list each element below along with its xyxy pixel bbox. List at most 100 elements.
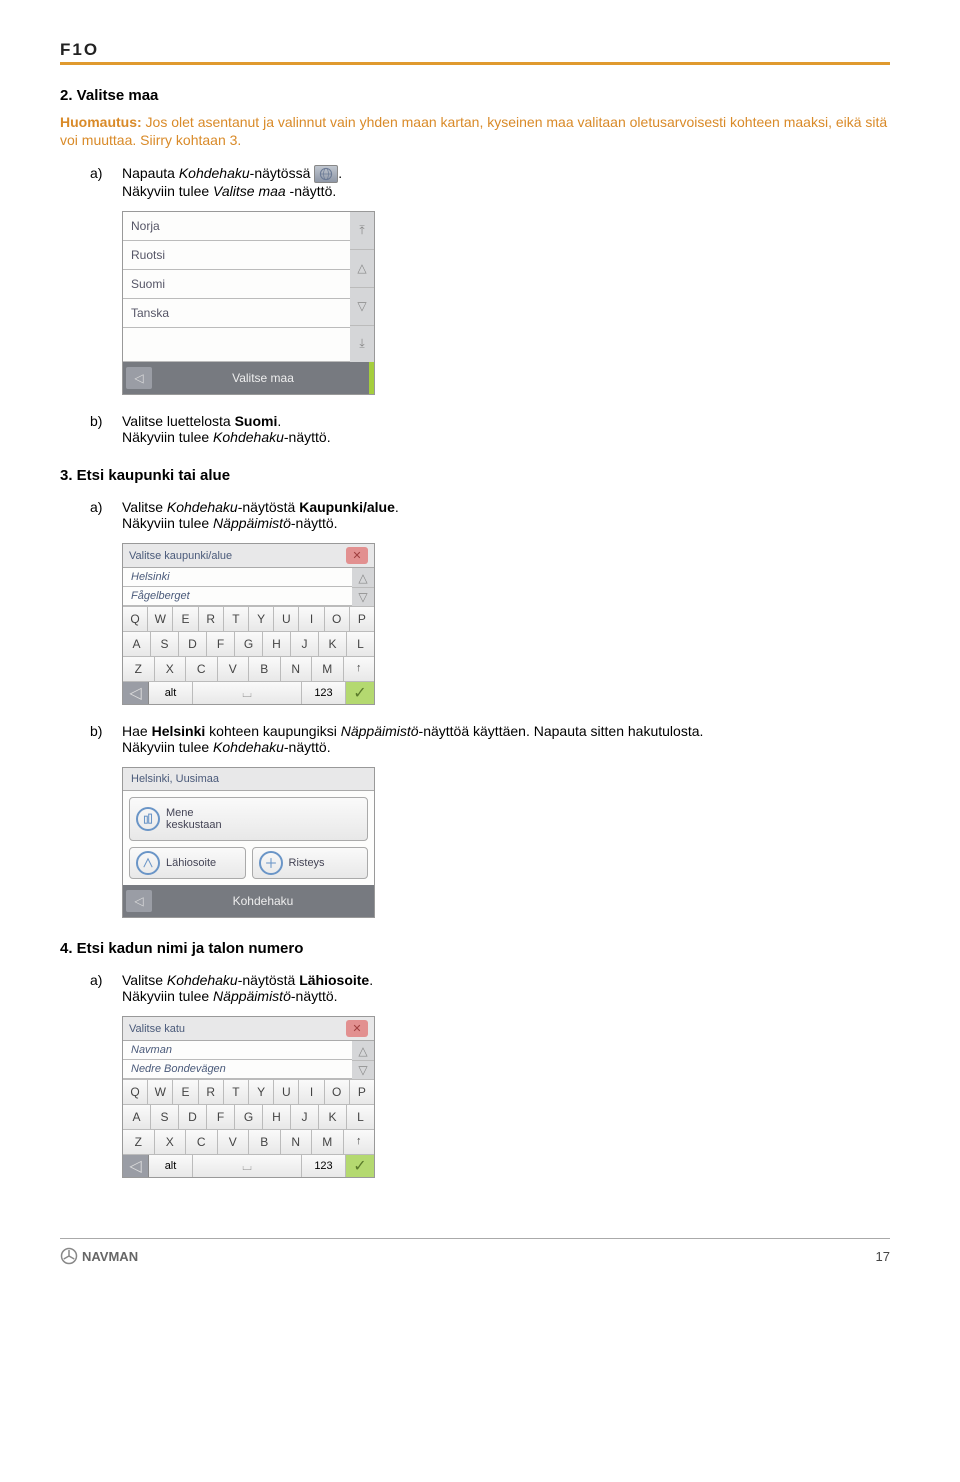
text-italic: Näppäimistö (213, 988, 291, 1004)
kb-confirm-icon[interactable]: ✓ (346, 682, 374, 704)
screenshot-keyboard-city: Valitse kaupunki/alue ✕ Helsinki Fågelbe… (122, 543, 375, 705)
kb-key[interactable]: Y (249, 607, 274, 631)
text: Hae (122, 723, 152, 739)
back-icon[interactable]: ◁ (123, 682, 149, 704)
list-item[interactable]: Ruotsi (123, 241, 350, 270)
kb-123-key[interactable]: 123 (302, 682, 346, 704)
close-icon[interactable]: ✕ (346, 1020, 368, 1037)
kb-key[interactable]: I (299, 1080, 324, 1104)
suggestion-item[interactable]: Fågelberget (123, 587, 352, 606)
kb-key[interactable]: L (347, 632, 374, 656)
kb-key[interactable]: C (186, 657, 218, 681)
suggestion-item[interactable]: Helsinki (123, 568, 352, 587)
kb-key[interactable]: B (249, 657, 281, 681)
kb-key[interactable]: G (235, 632, 263, 656)
kb-key[interactable]: O (325, 607, 350, 631)
scroll-column: ⤒ △ ▽ ⤓ (350, 212, 374, 362)
kb-key[interactable]: E (173, 1080, 198, 1104)
kb-key[interactable]: G (235, 1105, 263, 1129)
scroll-bottom-icon[interactable]: ⤓ (350, 326, 374, 363)
kb-shift-icon[interactable]: ↑ (344, 657, 375, 681)
kb-key[interactable]: R (199, 607, 224, 631)
screen-title: Helsinki, Uusimaa (123, 768, 374, 791)
kb-key[interactable]: A (123, 632, 151, 656)
kb-key[interactable]: W (148, 1080, 173, 1104)
text-italic: Kohdehaku (213, 429, 284, 445)
kb-key[interactable]: D (179, 1105, 207, 1129)
kb-key[interactable]: U (274, 1080, 299, 1104)
kb-key[interactable]: H (263, 1105, 291, 1129)
kb-key[interactable]: O (325, 1080, 350, 1104)
kb-alt-key[interactable]: alt (149, 682, 193, 704)
kb-key[interactable]: C (186, 1130, 218, 1154)
scroll-down-icon[interactable]: ▽ (350, 288, 374, 326)
list-item[interactable]: Suomi (123, 270, 350, 299)
kb-key[interactable]: E (173, 607, 198, 631)
kb-key[interactable]: Q (123, 1080, 148, 1104)
back-icon[interactable]: ◁ (126, 367, 152, 389)
kb-confirm-icon[interactable]: ✓ (346, 1155, 374, 1177)
kb-key[interactable]: J (291, 632, 319, 656)
nearby-address-button[interactable]: Lähiosoite (129, 847, 246, 879)
go-center-button[interactable]: Menekeskustaan (129, 797, 368, 841)
scroll-down-icon[interactable]: ▽ (352, 588, 374, 607)
kb-alt-key[interactable]: alt (149, 1155, 193, 1177)
kb-key[interactable]: F (207, 1105, 235, 1129)
text-bold: Kaupunki/alue (299, 499, 395, 515)
kb-key[interactable]: T (224, 1080, 249, 1104)
section-3-title: 3. Etsi kaupunki tai alue (60, 467, 890, 484)
kb-key[interactable]: J (291, 1105, 319, 1129)
kb-key[interactable]: A (123, 1105, 151, 1129)
kb-key[interactable]: Z (123, 1130, 155, 1154)
kb-shift-icon[interactable]: ↑ (344, 1130, 375, 1154)
kb-key[interactable]: L (347, 1105, 374, 1129)
kb-key[interactable]: K (319, 1105, 347, 1129)
kb-key[interactable]: U (274, 607, 299, 631)
kb-key[interactable]: Y (249, 1080, 274, 1104)
kb-key[interactable]: N (281, 1130, 313, 1154)
kb-key[interactable]: X (155, 657, 187, 681)
scroll-top-icon[interactable]: ⤒ (350, 212, 374, 250)
scroll-up-icon[interactable]: △ (352, 568, 374, 588)
kb-key[interactable]: T (224, 607, 249, 631)
kb-key[interactable]: Q (123, 607, 148, 631)
kb-123-key[interactable]: 123 (302, 1155, 346, 1177)
kb-space-key[interactable]: ⌴ (193, 682, 302, 704)
list-item[interactable]: Norja (123, 212, 350, 241)
scroll-up-icon[interactable]: △ (352, 1041, 374, 1061)
kb-key[interactable]: K (319, 632, 347, 656)
kb-key[interactable]: V (218, 657, 250, 681)
list-item[interactable]: Tanska (123, 299, 350, 328)
close-icon[interactable]: ✕ (346, 547, 368, 564)
suggestion-item[interactable]: Navman (123, 1041, 352, 1060)
keyboard: QWERTYUIOP ASDFGHJKL ZXCVBNM↑ ◁ alt ⌴ 12… (123, 1079, 374, 1177)
kb-key[interactable]: P (350, 607, 374, 631)
scroll-up-icon[interactable]: △ (350, 250, 374, 288)
text: Napauta (122, 165, 179, 181)
kb-key[interactable]: N (281, 657, 313, 681)
scroll-down-icon[interactable]: ▽ (352, 1061, 374, 1080)
kb-key[interactable]: H (263, 632, 291, 656)
text-italic: Valitse maa (213, 183, 286, 199)
kb-key[interactable]: M (312, 657, 344, 681)
kb-key[interactable]: D (179, 632, 207, 656)
suggestion-item[interactable]: Nedre Bondevägen (123, 1060, 352, 1079)
kb-key[interactable]: V (218, 1130, 250, 1154)
kb-key[interactable]: S (151, 632, 179, 656)
kb-key[interactable]: S (151, 1105, 179, 1129)
step-letter: a) (90, 972, 122, 1004)
kb-key[interactable]: B (249, 1130, 281, 1154)
kb-key[interactable]: M (312, 1130, 344, 1154)
back-icon[interactable]: ◁ (123, 1155, 149, 1177)
kb-key[interactable]: P (350, 1080, 374, 1104)
kb-key[interactable]: F (207, 632, 235, 656)
kb-key[interactable]: R (199, 1080, 224, 1104)
back-icon[interactable]: ◁ (126, 890, 152, 912)
kb-key[interactable]: I (299, 607, 324, 631)
note-label: Huomautus: (60, 114, 142, 130)
kb-key[interactable]: Z (123, 657, 155, 681)
kb-key[interactable]: X (155, 1130, 187, 1154)
kb-key[interactable]: W (148, 607, 173, 631)
kb-space-key[interactable]: ⌴ (193, 1155, 302, 1177)
intersection-button[interactable]: Risteys (252, 847, 369, 879)
